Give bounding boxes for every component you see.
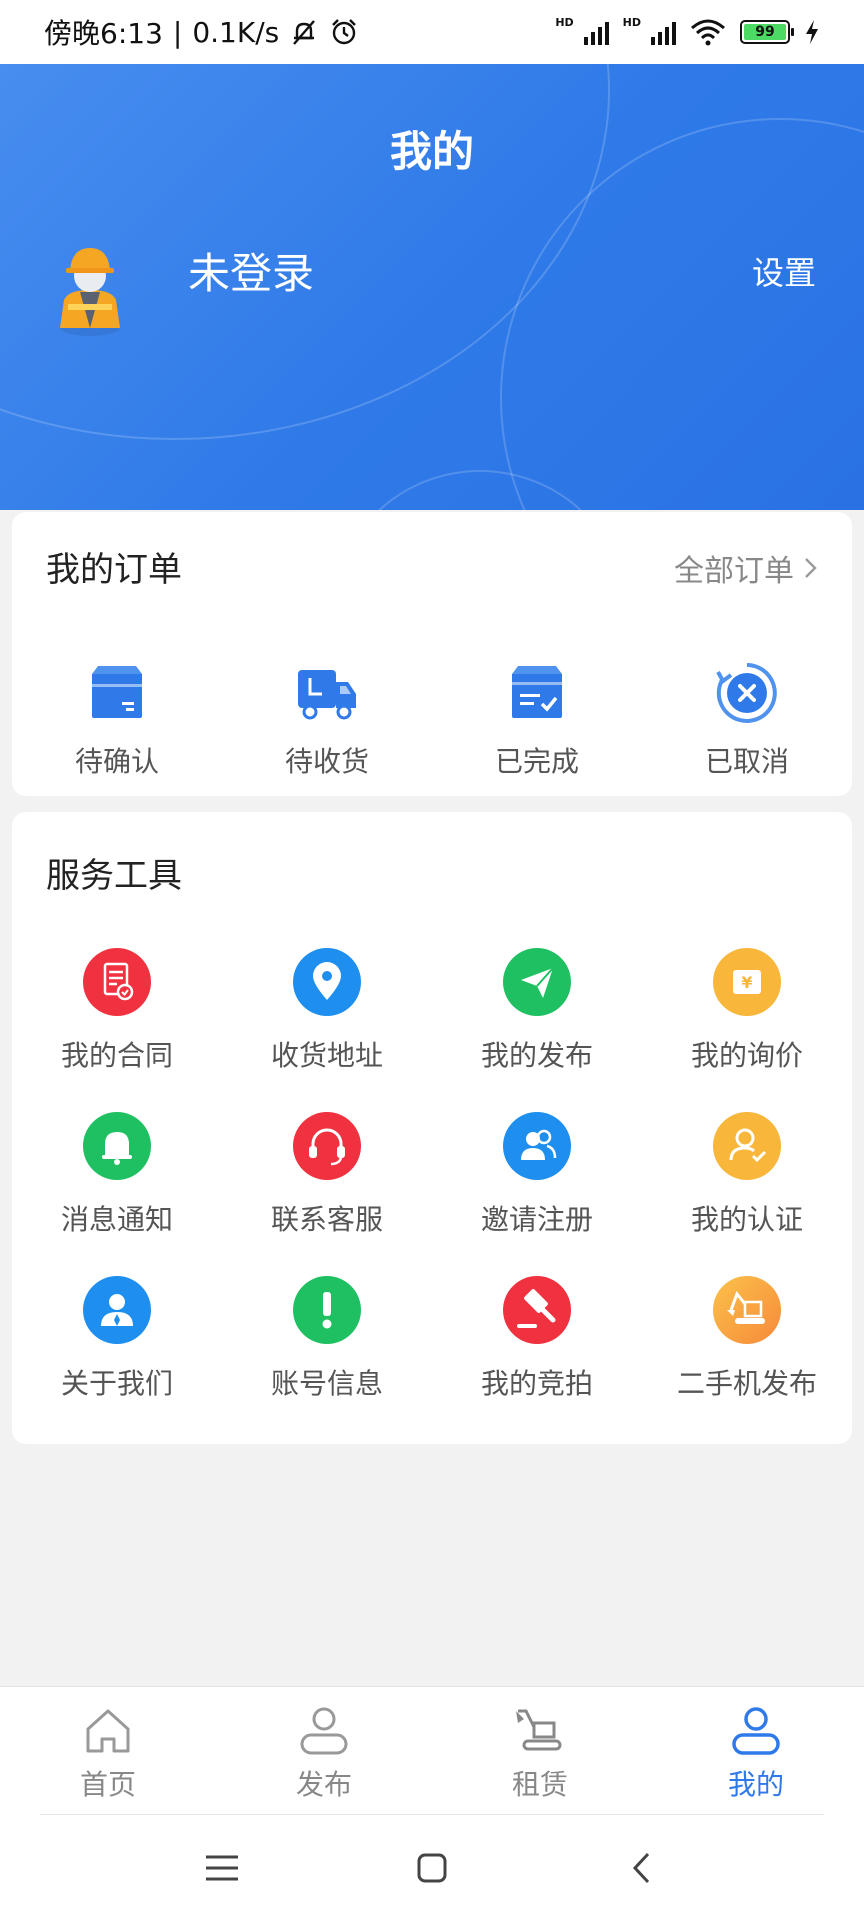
chevron-right-icon	[805, 558, 817, 578]
all-orders-link[interactable]: 全部订单	[674, 546, 820, 590]
menu-icon	[206, 1855, 238, 1881]
tab-label: 发布	[295, 1768, 352, 1801]
tool-my-verification[interactable]: 我的认证	[642, 1112, 852, 1238]
tool-my-contract[interactable]: 我的合同	[12, 948, 222, 1074]
service-tools-title: 服务工具	[46, 856, 182, 896]
tool-label: 邀请注册	[480, 1203, 593, 1236]
tool-label: 消息通知	[60, 1203, 173, 1236]
tab-label: 我的	[727, 1768, 784, 1801]
back-button[interactable]	[612, 1838, 672, 1898]
tool-label: 我的发布	[480, 1039, 593, 1072]
excavator-icon	[516, 1709, 562, 1751]
tool-my-inquiry[interactable]: ¥ 我的询价	[642, 948, 852, 1074]
service-tools-card: 服务工具 我的合同 收货地址 我的发布 ¥ 我的询价 消息通知 联系客服 邀请注…	[12, 812, 852, 1444]
home-icon	[86, 1709, 130, 1753]
exclamation-icon	[293, 1276, 361, 1344]
contract-icon	[83, 948, 151, 1016]
person-icon	[732, 1707, 780, 1755]
worker-avatar-icon	[60, 248, 120, 336]
alarm-icon	[332, 19, 357, 45]
box-icon	[92, 666, 142, 718]
divider	[40, 1814, 824, 1815]
orders-card: 我的订单 全部订单 待确认 待收货 已完成 已取消	[12, 512, 852, 796]
yuan-icon: ¥	[713, 948, 781, 1016]
order-status-label: 已取消	[704, 745, 789, 778]
tool-invite-register[interactable]: 邀请注册	[432, 1112, 642, 1238]
tool-notifications[interactable]: 消息通知	[12, 1112, 222, 1238]
home-button[interactable]	[402, 1838, 462, 1898]
tool-label: 我的询价	[690, 1039, 803, 1072]
tool-used-machine-post[interactable]: 二手机发布	[642, 1276, 852, 1402]
settings-link[interactable]: 设置	[752, 248, 816, 294]
order-status-pending-receipt[interactable]: 待收货	[222, 660, 432, 780]
tool-customer-service[interactable]: 联系客服	[222, 1112, 432, 1238]
bell-icon	[83, 1112, 151, 1180]
send-icon	[503, 948, 571, 1016]
status-time: 傍晚6:13	[44, 17, 163, 50]
status-bar: 傍晚6:13 | 0.1K/s HD HD 99	[0, 0, 864, 64]
svg-text:¥: ¥	[741, 973, 752, 992]
tools-row: 关于我们 账号信息 我的竞拍 二手机发布	[12, 1276, 852, 1402]
location-icon	[293, 948, 361, 1016]
tool-account-info[interactable]: 账号信息	[222, 1276, 432, 1402]
mute-bell-icon	[293, 20, 316, 45]
order-status-completed[interactable]: 已完成	[432, 660, 642, 780]
order-status-row: 待确认 待收货 已完成 已取消	[12, 660, 852, 780]
order-status-pending-confirm[interactable]: 待确认	[12, 660, 222, 780]
charging-icon	[806, 20, 818, 44]
tab-rental[interactable]: 租赁	[432, 1687, 648, 1816]
order-status-label: 待确认	[74, 745, 159, 778]
bottom-tab-bar: 首页 发布 租赁 我的	[0, 1686, 864, 1816]
tool-label: 我的合同	[60, 1039, 173, 1072]
tool-label: 收货地址	[270, 1039, 383, 1072]
tab-label: 首页	[79, 1768, 136, 1801]
cancel-icon	[716, 663, 777, 723]
username-label[interactable]: 未登录	[188, 240, 314, 301]
wifi-icon	[691, 19, 725, 46]
person-icon	[300, 1707, 348, 1755]
about-user-icon	[83, 1276, 151, 1344]
tab-home[interactable]: 首页	[0, 1687, 216, 1816]
tool-my-posts[interactable]: 我的发布	[432, 948, 642, 1074]
completed-box-icon	[512, 666, 562, 718]
tab-publish[interactable]: 发布	[216, 1687, 432, 1816]
tab-label: 租赁	[511, 1768, 568, 1801]
orders-title: 我的订单	[46, 550, 182, 590]
system-navigation-bar	[0, 1816, 864, 1920]
back-arrow-icon	[632, 1852, 650, 1884]
auction-hammer-icon	[503, 1276, 571, 1344]
signal-icon	[651, 19, 676, 45]
order-status-cancelled[interactable]: 已取消	[642, 660, 852, 780]
battery-icon: 99	[740, 20, 794, 44]
tool-label: 关于我们	[60, 1367, 173, 1400]
excavator-icon	[713, 1276, 781, 1344]
square-icon	[417, 1853, 447, 1883]
tool-label: 账号信息	[270, 1367, 383, 1400]
order-status-label: 已完成	[494, 745, 579, 778]
tool-label: 二手机发布	[676, 1367, 817, 1400]
tool-shipping-address[interactable]: 收货地址	[222, 948, 432, 1074]
avatar[interactable]	[50, 238, 130, 338]
invite-users-icon	[503, 1112, 571, 1180]
signal-icon	[583, 19, 609, 45]
truck-icon	[298, 670, 356, 720]
tools-row: 我的合同 收货地址 我的发布 ¥ 我的询价	[12, 948, 852, 1074]
tool-label: 我的竞拍	[480, 1367, 593, 1400]
tab-mine[interactable]: 我的	[648, 1687, 864, 1816]
page-title: 我的	[389, 127, 474, 176]
tool-label: 我的认证	[690, 1203, 803, 1236]
tool-my-auction[interactable]: 我的竞拍	[432, 1276, 642, 1402]
tool-label: 联系客服	[270, 1203, 383, 1236]
tools-row: 消息通知 联系客服 邀请注册 我的认证	[12, 1112, 852, 1238]
order-status-label: 待收货	[284, 745, 369, 778]
menu-button[interactable]	[192, 1838, 252, 1898]
verified-user-icon	[713, 1112, 781, 1180]
tool-about-us[interactable]: 关于我们	[12, 1276, 222, 1402]
profile-header: 我的 未登录 设置	[0, 0, 864, 510]
network-speed: 0.1K/s	[192, 15, 280, 49]
headset-icon	[293, 1112, 361, 1180]
